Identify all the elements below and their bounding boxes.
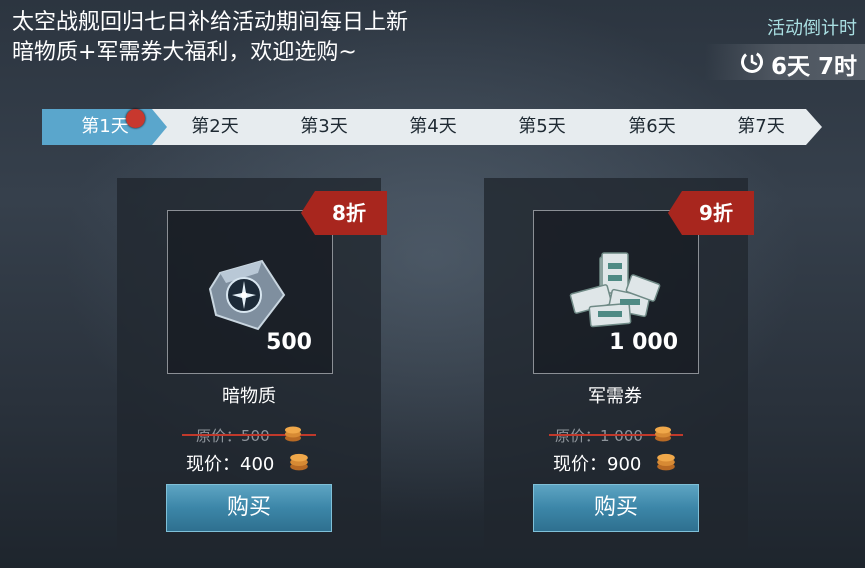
discount-badge: 8折 [301,191,387,235]
tab-day-2[interactable]: 第2天 [160,109,270,145]
event-description-line1: 太空战舰回归七日补给活动期间每日上新 [12,10,409,35]
voucher-stack-icon [569,252,661,328]
day-tabs: 第1天 第2天 第3天 第4天 第5天 第6天 第7天 [42,109,822,145]
tab-day-7[interactable]: 第7天 [706,109,816,145]
item-name: 暗物质 [222,386,276,407]
discount-text: 9折 [699,201,733,225]
tab-day-4[interactable]: 第4天 [378,109,488,145]
item-quantity: 500 [266,330,312,355]
tab-day-5[interactable]: 第5天 [487,109,597,145]
coin-icon [657,453,675,471]
discount-badge: 9折 [668,191,754,235]
discount-text: 8折 [332,201,366,225]
buy-button-dark-matter[interactable]: 购买 [166,484,332,532]
coin-icon [285,426,301,442]
dark-matter-icon [208,259,286,331]
buy-button-voucher[interactable]: 购买 [533,484,699,532]
event-description-line2: 暗物质+军需券大福利，欢迎选购~ [12,40,357,65]
countdown-label: 活动倒计时 [767,18,857,39]
item-name: 军需券 [588,386,642,407]
countdown-value: 6天 7时 [770,54,857,80]
event-description: 太空战舰回归七日补给活动期间每日上新 暗物质+军需券大福利，欢迎选购~ [12,8,408,68]
coin-icon [655,426,671,442]
clock-icon [741,51,763,73]
notification-dot [126,109,145,128]
coin-icon [290,453,308,471]
current-price: 现价：900 [553,454,642,475]
tab-day-3[interactable]: 第3天 [269,109,379,145]
tab-day-6[interactable]: 第6天 [597,109,707,145]
item-quantity: 1 000 [609,330,678,355]
current-price: 现价：400 [186,454,275,475]
